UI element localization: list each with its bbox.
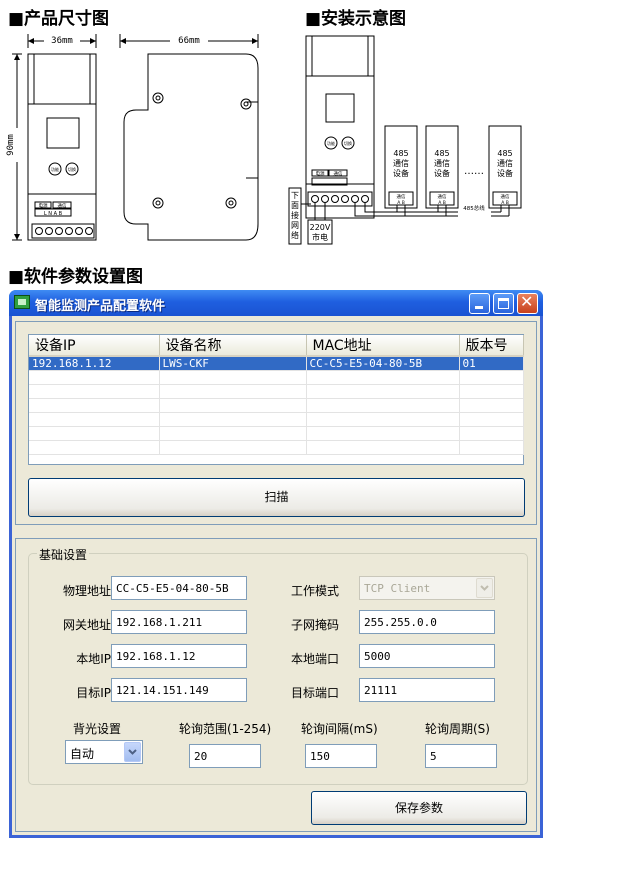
switch-button-label: 切换 xyxy=(68,166,76,172)
minimize-icon xyxy=(475,306,483,309)
gateway-input[interactable]: 192.168.1.211 xyxy=(111,610,247,634)
software-heading: ■软件参数设置图 xyxy=(8,267,144,287)
power-terminal-label: 电源 xyxy=(39,202,48,209)
dimensions-heading: ■产品尺寸图 xyxy=(8,9,110,29)
group-title: 基础设置 xyxy=(37,546,90,563)
width-front-label: 36mm xyxy=(51,36,73,46)
mode-label: 工作模式 xyxy=(291,584,340,598)
empty-row xyxy=(29,426,524,441)
poll-interval-label: 轮询间隔(mS) xyxy=(301,722,378,736)
maximize-icon xyxy=(498,298,509,309)
maximize-button[interactable] xyxy=(493,293,514,314)
chevron-down-icon[interactable] xyxy=(476,578,493,598)
install-switch-label: 切换 xyxy=(344,140,352,146)
cell-version: 01 xyxy=(459,356,524,371)
install-comm-label: 通信 xyxy=(334,170,343,177)
column-version[interactable]: 版本号 xyxy=(459,335,524,357)
installation-heading: ■安装示意图 xyxy=(305,9,407,29)
basic-settings-group: 基础设置 物理地址 CC-C5-E5-04-80-5B 工作模式 TCP Cli… xyxy=(28,546,528,785)
terminal-letters: L N A B xyxy=(44,211,63,217)
title-bar[interactable]: 智能监测产品配置软件 ✕ xyxy=(9,290,543,316)
mains-label: 市电 xyxy=(312,232,328,242)
empty-row xyxy=(29,412,524,427)
device-label-1: 485 通信设备 xyxy=(393,149,409,178)
mode-value: TCP Client xyxy=(364,582,431,595)
install-function-label: 功能 xyxy=(327,140,335,146)
scan-button[interactable]: 扫描 xyxy=(28,478,525,517)
list-header: 设备IP 设备名称 MAC地址 版本号 xyxy=(29,335,524,357)
backlight-value: 自动 xyxy=(70,747,95,761)
window-client: 设备IP 设备名称 MAC地址 版本号 192.168.1.12 LWS-CKF… xyxy=(12,316,540,835)
column-device-name[interactable]: 设备名称 xyxy=(159,335,307,357)
table-row[interactable]: 192.168.1.12 LWS-CKF CC-C5-E5-04-80-5B 0… xyxy=(29,356,524,371)
settings-panel: 基础设置 物理地址 CC-C5-E5-04-80-5B 工作模式 TCP Cli… xyxy=(15,538,537,832)
comm-terminal-label: 通信 xyxy=(58,202,67,209)
gateway-label: 网关地址 xyxy=(62,618,111,632)
dimension-diagram: 36mm 66mm 90mm 功能 切换 电源 通信 L N A B xyxy=(6,34,259,241)
empty-row xyxy=(29,440,524,455)
device-ab-label-3: A B xyxy=(501,200,509,206)
target-port-input[interactable]: 21111 xyxy=(359,678,495,702)
poll-period-label: 轮询周期(S) xyxy=(425,722,490,736)
target-port-label: 目标端口 xyxy=(291,686,340,700)
local-port-label: 本地端口 xyxy=(291,652,340,666)
mac-input[interactable]: CC-C5-E5-04-80-5B xyxy=(111,576,247,600)
target-ip-input[interactable]: 121.14.151.149 xyxy=(111,678,247,702)
mains-voltage-label: 220V xyxy=(310,223,331,232)
network-label: 下面接网络 xyxy=(291,191,299,240)
backlight-label: 背光设置 xyxy=(73,722,122,736)
save-button[interactable]: 保存参数 xyxy=(311,791,527,825)
close-icon: ✕ xyxy=(520,292,534,311)
bus-label: 485总线 xyxy=(463,204,485,212)
window-title: 智能监测产品配置软件 xyxy=(35,299,166,314)
device-ellipsis: …… xyxy=(464,166,484,177)
backlight-select[interactable]: 自动 xyxy=(65,740,143,764)
local-ip-input[interactable]: 192.168.1.12 xyxy=(111,644,247,668)
height-label: 90mm xyxy=(6,134,16,156)
poll-range-input[interactable]: 20 xyxy=(189,744,261,768)
local-ip-label: 本地IP xyxy=(76,652,111,666)
device-list[interactable]: 设备IP 设备名称 MAC地址 版本号 192.168.1.12 LWS-CKF… xyxy=(28,334,524,465)
target-ip-label: 目标IP xyxy=(76,686,111,700)
empty-row xyxy=(29,398,524,413)
empty-row xyxy=(29,384,524,399)
chevron-down-icon[interactable] xyxy=(124,742,141,762)
device-label-3: 485 通信设备 xyxy=(497,149,513,178)
mask-input[interactable]: 255.255.0.0 xyxy=(359,610,495,634)
width-side-label: 66mm xyxy=(178,36,200,46)
poll-interval-input[interactable]: 150 xyxy=(305,744,377,768)
mac-label: 物理地址 xyxy=(62,584,111,598)
local-port-input[interactable]: 5000 xyxy=(359,644,495,668)
install-power-label: 电源 xyxy=(316,170,325,177)
installation-diagram: 功能 切换 电源 通信 485 通信设备 485 通信设备 485 通信设备 …… 通… xyxy=(288,35,522,245)
app-icon xyxy=(14,295,30,309)
device-comm-label-1: 通信 xyxy=(397,193,406,200)
column-device-ip[interactable]: 设备IP xyxy=(29,335,160,357)
config-window: 智能监测产品配置软件 ✕ 设备IP 设备名称 MAC地址 版本号 192.168… xyxy=(9,290,543,838)
device-comm-label-2: 通信 xyxy=(438,193,447,200)
column-mac[interactable]: MAC地址 xyxy=(306,335,460,357)
device-comm-label-3: 通信 xyxy=(501,193,510,200)
mask-label: 子网掩码 xyxy=(291,618,340,632)
device-ab-label-2: A B xyxy=(438,200,446,206)
minimize-button[interactable] xyxy=(469,293,490,314)
empty-row xyxy=(29,370,524,385)
close-button[interactable]: ✕ xyxy=(517,292,538,314)
poll-period-input[interactable]: 5 xyxy=(425,744,497,768)
cell-mac: CC-C5-E5-04-80-5B xyxy=(306,356,460,371)
scan-panel: 设备IP 设备名称 MAC地址 版本号 192.168.1.12 LWS-CKF… xyxy=(15,321,537,525)
mode-select[interactable]: TCP Client xyxy=(359,576,495,600)
device-ab-label-1: A B xyxy=(397,200,405,206)
cell-name: LWS-CKF xyxy=(159,356,307,371)
cell-ip: 192.168.1.12 xyxy=(29,356,160,371)
function-button-label: 功能 xyxy=(51,166,59,172)
poll-range-label: 轮询范围(1-254) xyxy=(179,722,272,736)
device-label-2: 485 通信设备 xyxy=(434,149,450,178)
